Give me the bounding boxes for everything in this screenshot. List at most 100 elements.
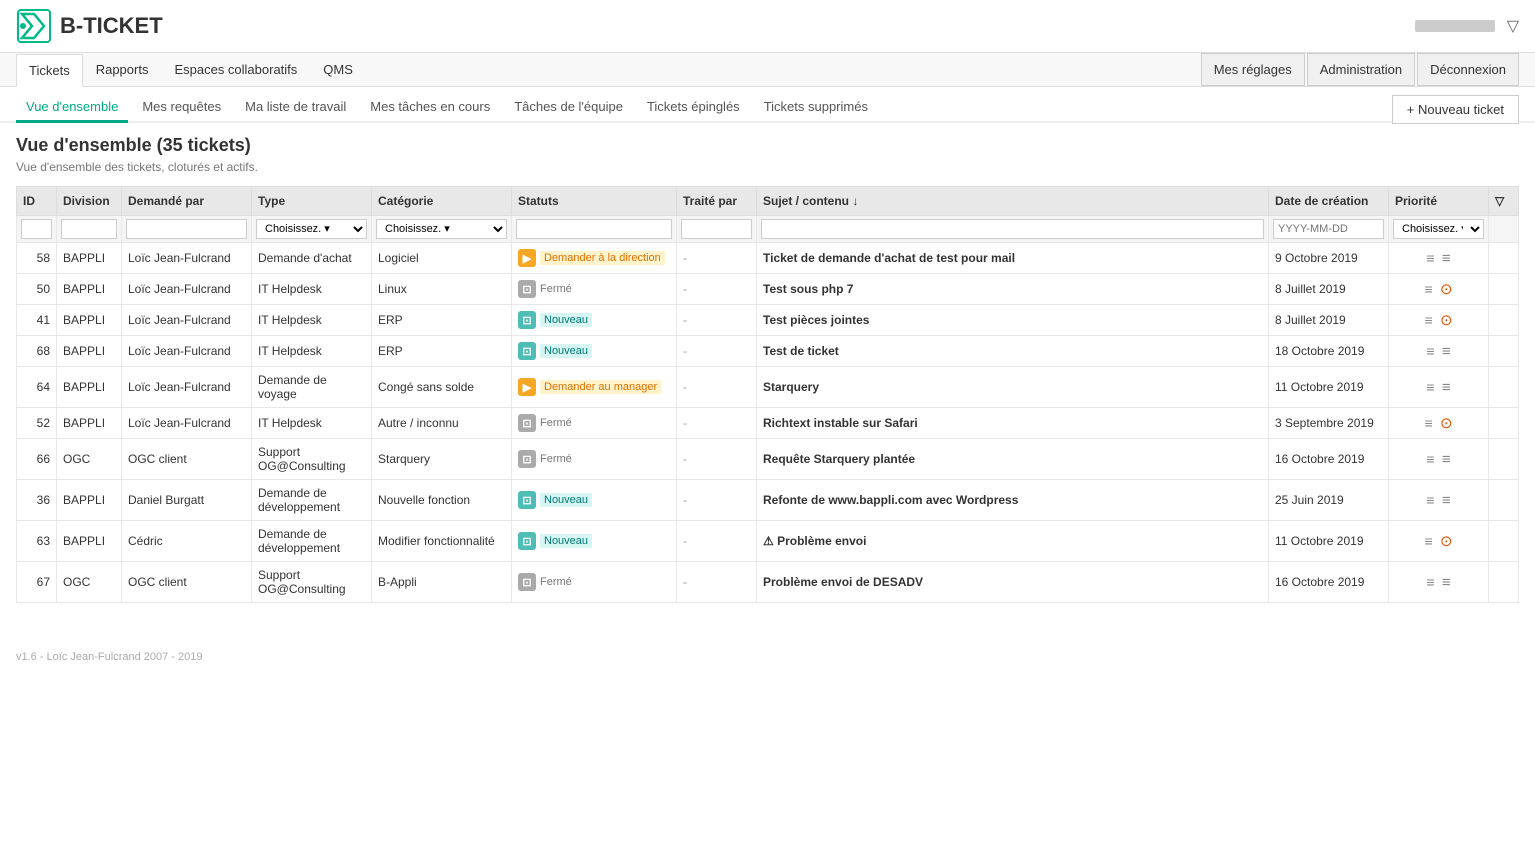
cell-priorite: ≡ ⊙ [1389, 521, 1489, 562]
priority-menu-icon[interactable]: ≡ [1426, 343, 1434, 359]
cell-sujet: Richtext instable sur Safari [757, 408, 1269, 439]
cell-date: 16 Octobre 2019 [1269, 439, 1389, 480]
filter-type-select[interactable]: Choisissez. ▾ [256, 219, 367, 239]
priority-medium-icon: ≡ [1442, 343, 1451, 360]
cell-type: Support OG@Consulting [252, 439, 372, 480]
priority-menu-icon[interactable]: ≡ [1424, 281, 1432, 297]
filter-priorite-select[interactable]: Choisissez. ▾ [1393, 219, 1484, 239]
cell-categorie: B-Appli [372, 562, 512, 603]
cell-statuts: ⊡ Nouveau [512, 336, 677, 367]
status-icon: ⊡ [518, 280, 536, 298]
table-row[interactable]: 58 BAPPLI Loïc Jean-Fulcrand Demande d'a… [17, 243, 1519, 274]
table-row[interactable]: 50 BAPPLI Loïc Jean-Fulcrand IT Helpdesk… [17, 274, 1519, 305]
status-label: Nouveau [540, 313, 592, 327]
status-icon: ⊡ [518, 491, 536, 509]
priority-menu-icon[interactable]: ≡ [1424, 533, 1432, 549]
sujet-text: Test de ticket [763, 344, 839, 358]
cell-date: 18 Octobre 2019 [1269, 336, 1389, 367]
cell-division: BAPPLI [57, 305, 122, 336]
sujet-text: Requête Starquery plantée [763, 452, 915, 466]
priority-menu-icon[interactable]: ≡ [1426, 451, 1434, 467]
cell-demande: Daniel Burgatt [122, 480, 252, 521]
status-label: Fermé [540, 453, 572, 465]
cell-type: IT Helpdesk [252, 305, 372, 336]
filter-sujet-input[interactable] [761, 219, 1264, 239]
logo-text: B-TICKET [60, 13, 163, 39]
nav-administration[interactable]: Administration [1307, 53, 1415, 86]
cell-sujet: Starquery [757, 367, 1269, 408]
table-row[interactable]: 52 BAPPLI Loïc Jean-Fulcrand IT Helpdesk… [17, 408, 1519, 439]
cell-id: 66 [17, 439, 57, 480]
priority-menu-icon[interactable]: ≡ [1426, 492, 1434, 508]
col-header-id: ID [17, 187, 57, 216]
subnav-ma-liste-travail[interactable]: Ma liste de travail [235, 93, 356, 123]
col-header-traite: Traité par [677, 187, 757, 216]
status-icon: ⊡ [518, 342, 536, 360]
footer-version: v1.6 - Loïc Jean-Fulcrand 2007 - 2019 [16, 651, 203, 663]
priority-menu-icon[interactable]: ≡ [1426, 250, 1434, 266]
table-row[interactable]: 64 BAPPLI Loïc Jean-Fulcrand Demande de … [17, 367, 1519, 408]
filter-demande [122, 216, 252, 243]
priority-menu-icon[interactable]: ≡ [1424, 415, 1432, 431]
cell-traite: - [677, 274, 757, 305]
subnav-mes-taches-en-cours[interactable]: Mes tâches en cours [360, 93, 500, 123]
cell-date: 8 Juillet 2019 [1269, 305, 1389, 336]
filter-categorie-select[interactable]: Choisissez. ▾ [376, 219, 507, 239]
priority-menu-icon[interactable]: ≡ [1426, 379, 1434, 395]
nav-mes-reglages[interactable]: Mes réglages [1201, 53, 1305, 86]
subnav-tickets-supprimes[interactable]: Tickets supprimés [754, 93, 878, 123]
cell-date: 11 Octobre 2019 [1269, 367, 1389, 408]
subnav-mes-requetes[interactable]: Mes requêtes [132, 93, 231, 123]
table-row[interactable]: 36 BAPPLI Daniel Burgatt Demande de déve… [17, 480, 1519, 521]
status-label: Fermé [540, 576, 572, 588]
table-row[interactable]: 67 OGC OGC client Support OG@Consulting … [17, 562, 1519, 603]
filter-categorie: Choisissez. ▾ [372, 216, 512, 243]
table-row[interactable]: 41 BAPPLI Loïc Jean-Fulcrand IT Helpdesk… [17, 305, 1519, 336]
cell-id: 50 [17, 274, 57, 305]
nav-qms[interactable]: QMS [310, 53, 366, 86]
nav-rapports[interactable]: Rapports [83, 53, 162, 86]
global-filter-icon[interactable]: ▽ [1507, 16, 1519, 36]
filter-date-input[interactable] [1273, 219, 1384, 239]
table-filter-row: Choisissez. ▾ Choisissez. ▾ Choisissez. … [17, 216, 1519, 243]
new-ticket-button[interactable]: + Nouveau ticket [1392, 95, 1519, 124]
cell-categorie: Modifier fonctionnalité [372, 521, 512, 562]
sub-nav: Vue d'ensemble Mes requêtes Ma liste de … [0, 87, 1535, 123]
sujet-text: Starquery [763, 380, 819, 394]
col-header-type: Type [252, 187, 372, 216]
priority-menu-icon[interactable]: ≡ [1426, 574, 1434, 590]
subnav-taches-equipe[interactable]: Tâches de l'équipe [504, 93, 633, 123]
subnav-vue-ensemble[interactable]: Vue d'ensemble [16, 93, 128, 123]
filter-sujet [757, 216, 1269, 243]
cell-sujet: Refonte de www.bappli.com avec Wordpress [757, 480, 1269, 521]
nav-tickets[interactable]: Tickets [16, 54, 83, 87]
page-content: Vue d'ensemble (35 tickets) Vue d'ensemb… [0, 123, 1535, 615]
filter-id-input[interactable] [21, 219, 52, 239]
nav-espaces-collaboratifs[interactable]: Espaces collaboratifs [161, 53, 310, 86]
cell-categorie: ERP [372, 336, 512, 367]
table-row[interactable]: 68 BAPPLI Loïc Jean-Fulcrand IT Helpdesk… [17, 336, 1519, 367]
filter-traite-input[interactable] [681, 219, 752, 239]
status-label: Nouveau [540, 344, 592, 358]
cell-id: 36 [17, 480, 57, 521]
filter-demande-input[interactable] [126, 219, 247, 239]
cell-demande: Loïc Jean-Fulcrand [122, 408, 252, 439]
filter-id [17, 216, 57, 243]
filter-statuts-input[interactable] [516, 219, 672, 239]
priority-menu-icon[interactable]: ≡ [1424, 312, 1432, 328]
table-row[interactable]: 63 BAPPLI Cédric Demande de développemen… [17, 521, 1519, 562]
status-label: Demander au manager [540, 380, 661, 394]
nav-deconnexion[interactable]: Déconnexion [1417, 53, 1519, 86]
table-row[interactable]: 66 OGC OGC client Support OG@Consulting … [17, 439, 1519, 480]
cell-statuts: ▶ Demander au manager [512, 367, 677, 408]
filter-division-input[interactable] [61, 219, 117, 239]
subnav-tickets-epingles[interactable]: Tickets épinglés [637, 93, 750, 123]
status-label: Nouveau [540, 493, 592, 507]
table-filter-icon[interactable]: ▽ [1495, 194, 1504, 208]
col-header-actions: ▽ [1489, 187, 1519, 216]
priority-medium-icon: ≡ [1442, 574, 1451, 591]
cell-traite: - [677, 439, 757, 480]
cell-traite: - [677, 480, 757, 521]
user-button[interactable] [1415, 20, 1495, 32]
cell-division: BAPPLI [57, 480, 122, 521]
